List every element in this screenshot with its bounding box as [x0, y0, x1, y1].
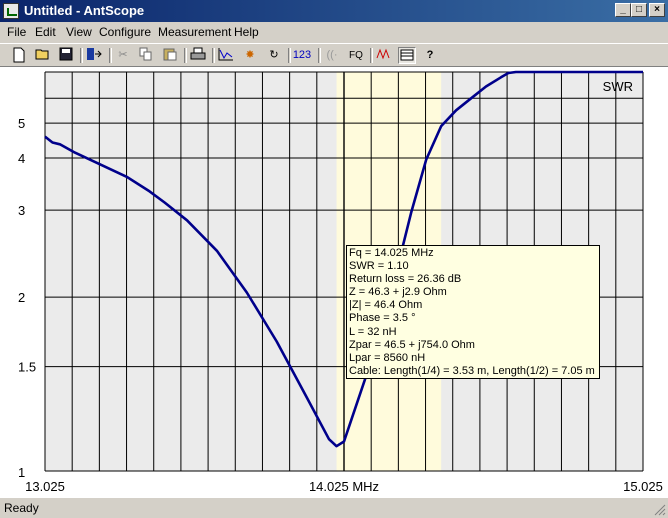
app-icon: [3, 3, 19, 19]
menu-view[interactable]: View: [66, 25, 92, 39]
paste-icon[interactable]: [161, 47, 179, 64]
menu-measurement[interactable]: Measurement: [158, 25, 231, 39]
resize-grip-icon[interactable]: [654, 504, 666, 516]
maximize-button[interactable]: □: [631, 3, 647, 17]
readout-cable: Cable: Length(1/4) = 3.53 m, Length(1/2)…: [349, 364, 595, 377]
sparkle-icon[interactable]: ✸: [241, 47, 259, 64]
toolbar-separator: [80, 48, 83, 63]
menu-configure[interactable]: Configure: [99, 25, 151, 39]
plot-area[interactable]: 1 1.5 2 3 4 5 13.025 14.025 MHz 15.025 SWR Fq =…: [0, 67, 668, 497]
y-tick-label: 2: [18, 290, 25, 305]
status-bar: Ready: [0, 497, 668, 518]
readout-abs-impedance: |Z| = 46.4 Ohm: [349, 299, 423, 312]
readout-return-loss: Return loss = 26.36 dB: [349, 273, 462, 286]
help-icon[interactable]: ?: [421, 47, 439, 64]
chart-icon[interactable]: [217, 47, 235, 64]
readout-zpar: Zpar = 46.5 + j754.0 Ohm: [349, 338, 475, 351]
toolbar-separator: [212, 48, 215, 63]
menu-help[interactable]: Help: [234, 25, 259, 39]
y-tick-label: 4: [18, 151, 25, 166]
numbers-icon[interactable]: 123: [292, 47, 312, 64]
readout-impedance: Z = 46.3 + j2.9 Ohm: [349, 286, 447, 299]
copy-icon[interactable]: [137, 47, 155, 64]
new-icon[interactable]: [10, 47, 28, 64]
window-title: Untitled - AntScope: [24, 3, 145, 18]
title-bar: Untitled - AntScope _ □ ×: [0, 0, 668, 22]
wireless-icon[interactable]: ((·: [323, 47, 341, 64]
readout-tooltip: Fq = 14.025 MHz SWR = 1.10 Return loss =…: [346, 245, 600, 379]
menu-edit[interactable]: Edit: [35, 25, 56, 39]
toolbar-separator: [288, 48, 291, 63]
x-tick-label: 13.025: [25, 479, 65, 494]
menu-bar: File Edit View Configure Measurement Hel…: [0, 22, 668, 42]
toolbar: ✂ ✸ ↻ 123 ((· FQ ?: [0, 43, 668, 67]
cut-icon[interactable]: ✂: [114, 47, 132, 64]
print-icon[interactable]: [189, 47, 207, 64]
readout-lpar: Lpar = 8560 nH: [349, 351, 426, 364]
y-tick-labels: 1 1.5 2 3 4 5: [18, 116, 36, 480]
open-icon[interactable]: [34, 47, 52, 64]
readout-inductance: L = 32 nH: [349, 325, 397, 338]
y-tick-label: 1: [18, 465, 25, 480]
toolbar-separator: [184, 48, 187, 63]
status-text: Ready: [4, 501, 39, 515]
readout-frequency: Fq = 14.025 MHz: [349, 247, 434, 259]
readout-swr: SWR = 1.10: [349, 260, 409, 273]
toolbar-separator: [318, 48, 321, 63]
x-tick-label: 15.025: [623, 479, 663, 494]
minimize-button[interactable]: _: [615, 3, 631, 17]
export-icon[interactable]: [85, 47, 103, 64]
toolbar-separator: [370, 48, 373, 63]
series-icon[interactable]: [375, 47, 393, 64]
x-tick-label: 14.025 MHz: [309, 479, 379, 494]
close-button[interactable]: ×: [649, 3, 665, 17]
x-tick-labels: 13.025 14.025 MHz 15.025: [25, 479, 663, 494]
refresh-icon[interactable]: ↻: [265, 47, 283, 64]
y-tick-label: 3: [18, 203, 25, 218]
toolbar-separator: [109, 48, 112, 63]
save-icon[interactable]: [57, 47, 75, 64]
menu-file[interactable]: File: [7, 25, 26, 39]
table-icon[interactable]: [398, 47, 416, 64]
y-tick-label: 5: [18, 116, 25, 131]
legend-swr: SWR: [603, 79, 633, 94]
readout-phase: Phase = 3.5 °: [349, 312, 416, 325]
y-tick-label: 1.5: [18, 360, 36, 375]
fq-icon[interactable]: FQ: [346, 47, 366, 64]
